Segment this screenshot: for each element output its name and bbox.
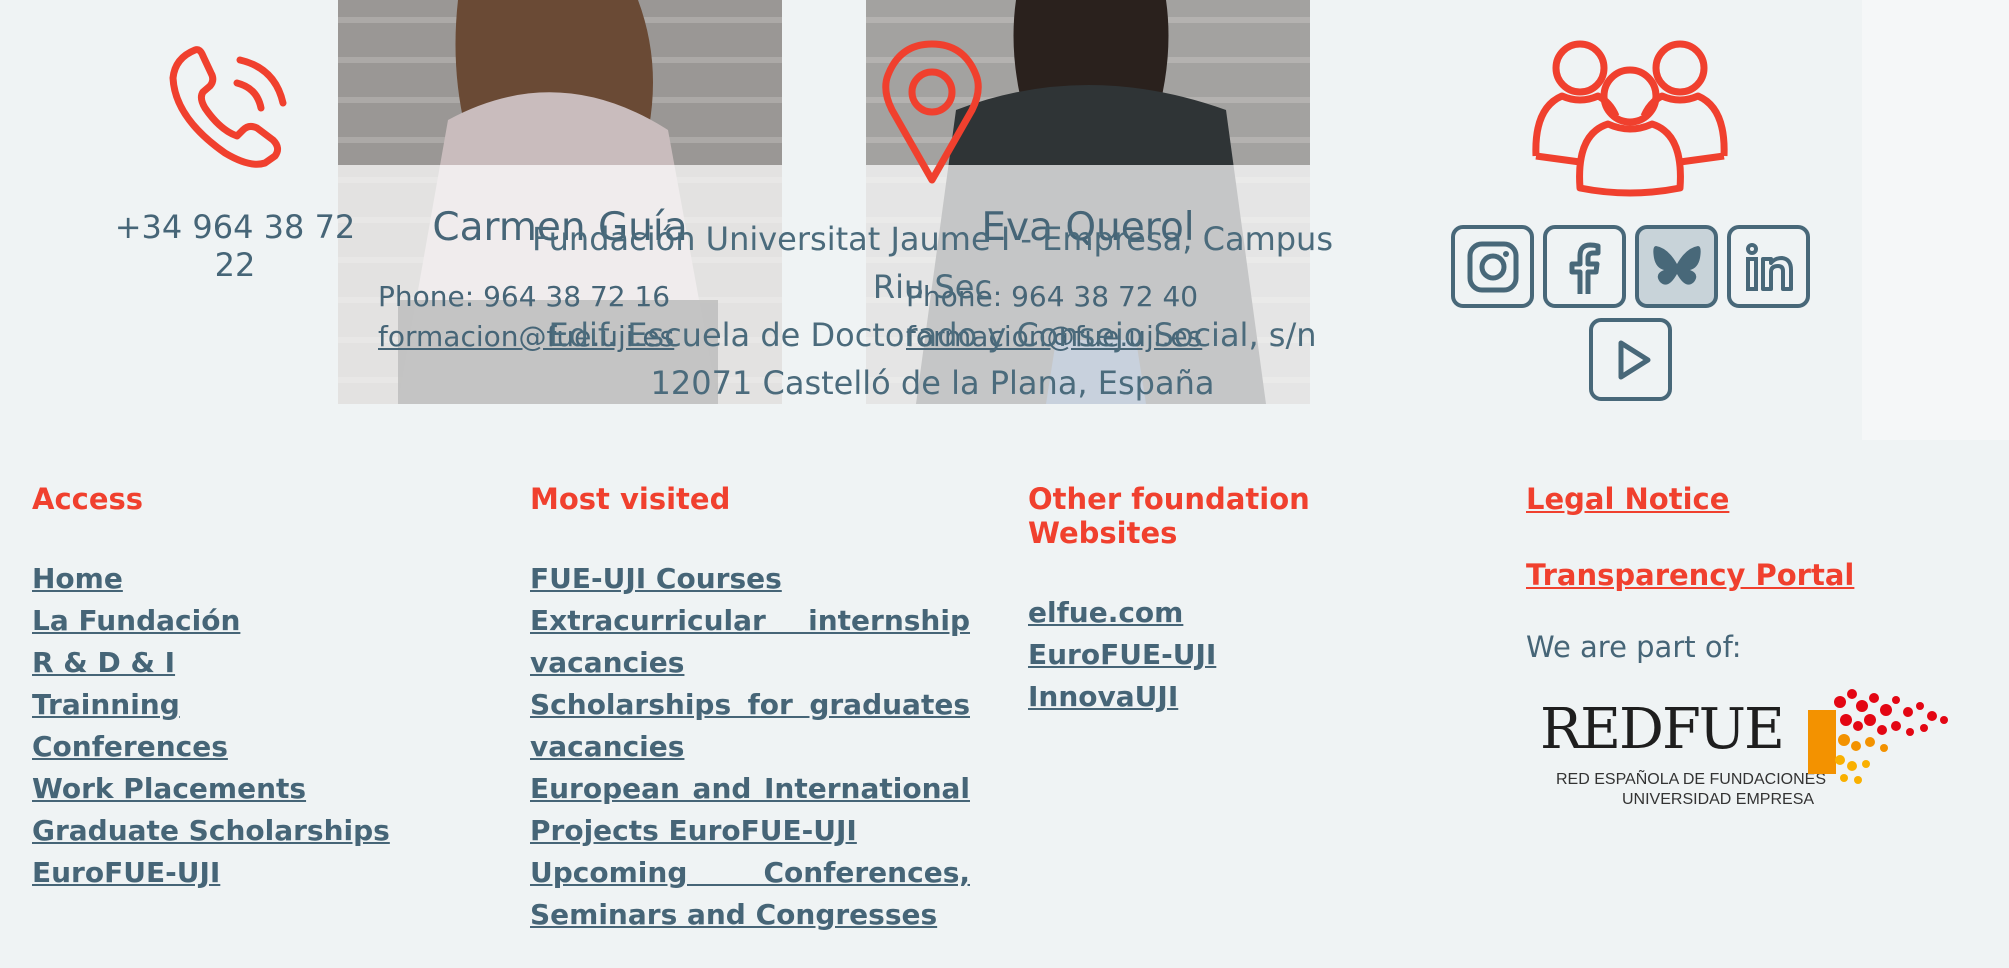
part-of-label: We are part of: (1526, 630, 1742, 664)
redfue-logo[interactable]: REDFUE RED ESPAÑOLA DE FUNDACIONES UNIVE… (1540, 680, 1960, 815)
logo-text: REDFUE (1540, 697, 1783, 762)
background-strip (1862, 0, 2009, 440)
facebook-link[interactable] (1543, 225, 1626, 308)
column-title: Access (32, 482, 144, 516)
instagram-icon (1467, 241, 1518, 292)
list-item: elfue.com (1028, 592, 1468, 634)
list-item: Upcoming Conferences, Seminars and Congr… (530, 852, 970, 936)
footer-most-visited: Most visited FUE-UJI Courses Extracurric… (530, 482, 970, 936)
linkedin-icon (1745, 242, 1793, 291)
link-european-projects[interactable]: European and International Projects Euro… (530, 772, 970, 847)
link-training[interactable]: Trainning (32, 688, 180, 721)
link-courses[interactable]: FUE-UJI Courses (530, 562, 782, 595)
list-item: Work Placements (32, 768, 462, 810)
list-item: Graduate Scholarships (32, 810, 462, 852)
address-line: 12071 Castelló de la Plana, España (650, 364, 1215, 402)
postal-address: Fundación Universitat Jaume I - Empresa,… (505, 215, 1360, 407)
link-list: Home La Fundación R & D & I Trainning Co… (32, 558, 462, 894)
list-item: EuroFUE-UJI (1028, 634, 1468, 676)
list-item: Trainning (32, 684, 462, 726)
link-la-fundacion[interactable]: La Fundación (32, 604, 240, 637)
people-icon (1532, 40, 1728, 197)
facebook-icon (1569, 242, 1600, 294)
link-graduate-scholarships[interactable]: Graduate Scholarships (32, 814, 390, 847)
social-links (1448, 225, 1813, 401)
list-item: Home (32, 558, 462, 600)
linkedin-link[interactable] (1727, 225, 1810, 308)
list-item: Scholarships for graduates vacancies (530, 684, 970, 768)
list-item: La Fundación (32, 600, 462, 642)
youtube-icon (1618, 340, 1650, 379)
list-item: InnovaUJI (1028, 676, 1468, 718)
list-item: FUE-UJI Courses (530, 558, 970, 600)
link-internship-vacancies[interactable]: Extracurricular internship vacancies (530, 604, 970, 679)
instagram-link[interactable] (1451, 225, 1534, 308)
youtube-link[interactable] (1589, 318, 1672, 401)
phone-icon (169, 46, 287, 168)
list-item: Extracurricular internship vacancies (530, 600, 970, 684)
link-upcoming-conferences[interactable]: Upcoming Conferences, Seminars and Congr… (530, 856, 970, 931)
logo-subtitle: RED ESPAÑOLA DE FUNDACIONES (1556, 768, 1826, 788)
column-title: Most visited (530, 482, 731, 516)
footer-access: Access Home La Fundación R & D & I Train… (32, 482, 462, 894)
logo-subtitle: UNIVERSIDAD EMPRESA (1622, 791, 1814, 808)
bluesky-icon (1652, 245, 1701, 285)
footer-legal: Legal Notice Transparency Portal We are … (1526, 482, 1966, 664)
address-line: Edif. Escuela de Doctorado y Consejo Soc… (548, 316, 1317, 354)
link-list: FUE-UJI Courses Extracurricular internsh… (530, 558, 970, 936)
bluesky-link[interactable] (1635, 225, 1718, 308)
logo-dots (1808, 689, 1948, 784)
phone-number: +34 964 38 72 22 (114, 208, 356, 284)
column-title: Other foundation Websites (1028, 482, 1310, 550)
link-eurofue-site[interactable]: EuroFUE-UJI (1028, 638, 1216, 671)
legal-notice-link[interactable]: Legal Notice (1526, 482, 1966, 516)
link-list: elfue.com EuroFUE-UJI InnovaUJI (1028, 592, 1468, 718)
link-conferences[interactable]: Conferences (32, 730, 228, 763)
link-scholarship-vacancies[interactable]: Scholarships for graduates vacancies (530, 688, 970, 763)
transparency-portal-link[interactable]: Transparency Portal (1526, 558, 1966, 592)
list-item: European and International Projects Euro… (530, 768, 970, 852)
list-item: EuroFUE-UJI (32, 852, 462, 894)
footer-other-sites: Other foundation Websites elfue.com Euro… (1028, 482, 1468, 718)
list-item: R & D & I (32, 642, 462, 684)
link-eurofue[interactable]: EuroFUE-UJI (32, 856, 220, 889)
location-pin-icon (882, 40, 982, 184)
list-item: Conferences (32, 726, 462, 768)
link-work-placements[interactable]: Work Placements (32, 772, 306, 805)
link-home[interactable]: Home (32, 562, 123, 595)
link-elfue[interactable]: elfue.com (1028, 596, 1183, 629)
link-rdi[interactable]: R & D & I (32, 646, 175, 679)
link-innovauji[interactable]: InnovaUJI (1028, 680, 1178, 713)
address-line: Fundación Universitat Jaume I - Empresa,… (531, 220, 1333, 306)
